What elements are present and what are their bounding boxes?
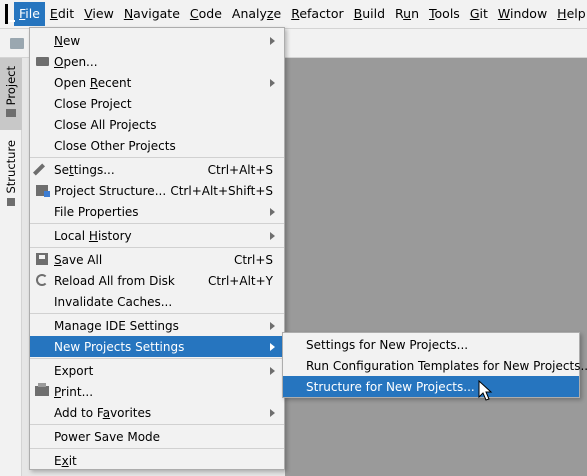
submenu-item-run-configuration-templates[interactable]: Run Configuration Templates for New Proj… (283, 355, 587, 376)
menu-item-shortcut: Ctrl+Alt+S (207, 162, 273, 177)
menu-item-label: Close All Projects (54, 117, 157, 132)
menu-navigate[interactable]: Navigate (119, 2, 185, 26)
menu-item-exit[interactable]: Exit (30, 450, 284, 471)
submenu-arrow-icon (270, 231, 275, 240)
print-icon (35, 383, 49, 396)
menu-item-label: Export (54, 363, 94, 378)
menu-window[interactable]: Window (493, 2, 552, 26)
new-projects-settings-submenu: Settings for New Projects... Run Configu… (282, 332, 587, 398)
tool-window-stripe: Project Structure (0, 58, 22, 476)
tab-structure[interactable]: Structure (0, 136, 22, 208)
menu-item-close-all-projects[interactable]: Close All Projects (30, 114, 284, 135)
folder-icon (6, 109, 16, 118)
menu-analyze[interactable]: Analyze (227, 2, 286, 26)
menu-separator (30, 424, 284, 425)
menu-item-label: Close Project (54, 96, 132, 111)
intellij-logo-icon (5, 4, 15, 24)
menu-item-label: Local History (54, 228, 132, 243)
mouse-pointer-icon (478, 380, 493, 401)
menu-item-settings[interactable]: Settings... Ctrl+Alt+S (30, 159, 284, 180)
menu-item-label: Exit (54, 453, 77, 468)
menu-item-label: File Properties (54, 204, 139, 219)
submenu-arrow-icon (270, 342, 275, 351)
menu-item-new-projects-settings[interactable]: New Projects Settings (30, 336, 284, 357)
menu-item-open-recent[interactable]: Open Recent (30, 72, 284, 93)
menu-item-manage-ide-settings[interactable]: Manage IDE Settings (30, 315, 284, 336)
submenu-arrow-icon (270, 408, 275, 417)
menu-separator (30, 247, 284, 248)
menu-item-label: Project Structure... (54, 183, 167, 198)
menu-item-export[interactable]: Export (30, 360, 284, 381)
menu-item-file-properties[interactable]: File Properties (30, 201, 284, 222)
submenu-item-structure-for-new-projects[interactable]: Structure for New Projects... (283, 376, 579, 397)
menu-bar: File Edit View Navigate Code Analyze Ref… (0, 0, 587, 29)
menu-separator (30, 358, 284, 359)
menu-item-shortcut: Ctrl+Alt+Y (207, 273, 273, 288)
tab-structure-label: Structure (4, 140, 18, 194)
submenu-arrow-icon (270, 207, 275, 216)
menu-code[interactable]: Code (185, 2, 227, 26)
menu-build[interactable]: Build (349, 2, 390, 26)
menu-item-close-project[interactable]: Close Project (30, 93, 284, 114)
submenu-arrow-icon (270, 321, 275, 330)
menu-item-label: Save All (54, 252, 103, 267)
menu-separator (30, 448, 284, 449)
submenu-arrow-icon (270, 36, 275, 45)
submenu-arrow-icon (270, 366, 275, 375)
menu-item-shortcut: Ctrl+S (233, 252, 273, 267)
folder-icon (36, 57, 49, 66)
structure-icon (7, 197, 15, 206)
menu-item-label: Reload All from Disk (54, 273, 175, 288)
menu-file[interactable]: File (14, 2, 45, 26)
menu-item-print[interactable]: Print... (30, 381, 284, 402)
menu-item-label: Settings... (54, 162, 115, 177)
submenu-item-label: Structure for New Projects... (306, 379, 475, 394)
menu-item-label: Print... (54, 384, 94, 399)
project-structure-icon (36, 185, 50, 197)
menu-item-label: Invalidate Caches... (54, 294, 173, 309)
file-menu-dropdown: New Open... Open Recent Close Project Cl… (29, 27, 285, 470)
menu-view[interactable]: View (79, 2, 119, 26)
submenu-item-label: Run Configuration Templates for New Proj… (306, 358, 587, 373)
tab-project-label: Project (4, 66, 18, 106)
menu-item-label: Close Other Projects (54, 138, 176, 153)
menu-item-add-to-favorites[interactable]: Add to Favorites (30, 402, 284, 423)
menu-item-label: Manage IDE Settings (54, 318, 179, 333)
menu-item-label: New Projects Settings (54, 339, 185, 354)
menu-run[interactable]: Run (390, 2, 424, 26)
menu-item-invalidate-caches[interactable]: Invalidate Caches... (30, 291, 284, 312)
submenu-arrow-icon (270, 78, 275, 87)
menu-tools[interactable]: Tools (424, 2, 465, 26)
menu-help[interactable]: Help (552, 2, 587, 26)
menu-separator (30, 313, 284, 314)
menu-item-project-structure[interactable]: Project Structure... Ctrl+Alt+Shift+S (30, 180, 284, 201)
editor-area (285, 58, 587, 476)
menu-item-close-other-projects[interactable]: Close Other Projects (30, 135, 284, 156)
menu-item-open[interactable]: Open... (30, 51, 284, 72)
save-icon (36, 253, 48, 265)
menu-item-label: Power Save Mode (54, 429, 161, 444)
menu-item-label: New (54, 33, 81, 48)
submenu-item-label: Settings for New Projects... (306, 337, 469, 352)
menu-item-new[interactable]: New (30, 30, 284, 51)
menu-edit[interactable]: Edit (45, 2, 79, 26)
menu-git[interactable]: Git (465, 2, 493, 26)
menu-item-reload-all[interactable]: Reload All from Disk Ctrl+Alt+Y (30, 270, 284, 291)
reload-icon (36, 274, 48, 286)
menu-separator (30, 223, 284, 224)
menu-item-label: Add to Favorites (54, 405, 152, 420)
tab-project[interactable]: Project (0, 58, 22, 130)
folder-icon[interactable] (10, 38, 24, 49)
menu-item-label: Open... (54, 54, 98, 69)
submenu-item-settings-for-new-projects[interactable]: Settings for New Projects... (283, 334, 579, 355)
menu-refactor[interactable]: Refactor (286, 2, 348, 26)
menu-item-power-save-mode[interactable]: Power Save Mode (30, 426, 284, 447)
menu-item-shortcut: Ctrl+Alt+Shift+S (170, 183, 273, 198)
menu-item-label: Open Recent (54, 75, 132, 90)
menu-item-save-all[interactable]: Save All Ctrl+S (30, 249, 284, 270)
wrench-icon (32, 163, 46, 176)
menu-item-local-history[interactable]: Local History (30, 225, 284, 246)
menu-separator (30, 157, 284, 158)
